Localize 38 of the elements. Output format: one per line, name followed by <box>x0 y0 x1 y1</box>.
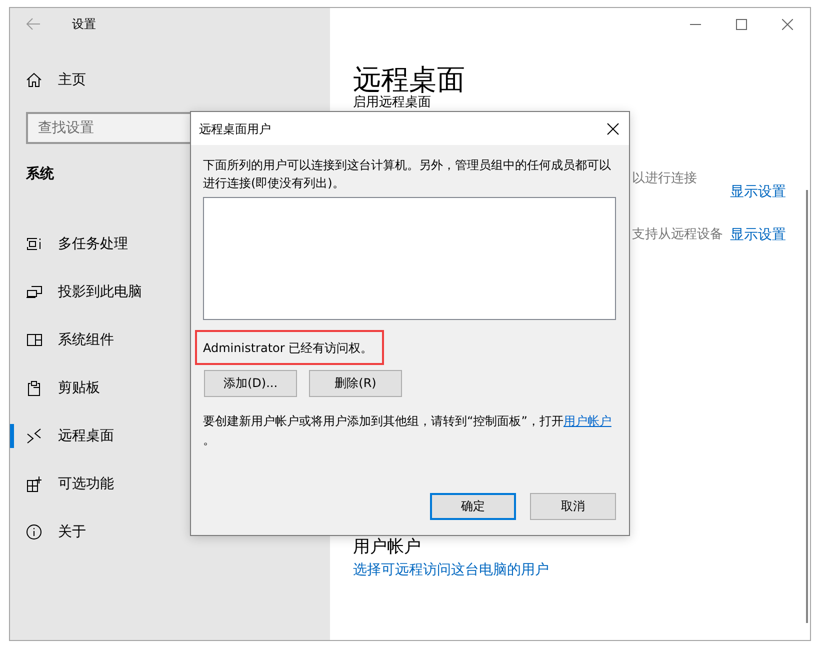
show-settings-link[interactable]: 显示设置 <box>730 227 786 243</box>
home-item[interactable]: 主页 <box>10 64 330 96</box>
back-arrow-icon <box>26 18 40 30</box>
sidebar-item[interactable]: 多任务处理 <box>10 220 330 268</box>
dialog-title: 远程桌面用户 <box>199 120 271 136</box>
user-accounts-link[interactable]: 用户帐户 <box>563 414 612 428</box>
sidebar-item[interactable]: 关于 <box>10 508 330 556</box>
monitors-icon <box>26 284 42 300</box>
dialog-note: 要创建新用户帐户或将用户添加到其他组，请转到“控制面板”，打开用户帐户 。 <box>203 413 612 449</box>
section-heading: 用户帐户 <box>353 537 421 557</box>
page-subtitle: 启用远程桌面 <box>353 96 431 110</box>
window-title: 设置 <box>72 16 96 32</box>
maximize-icon <box>736 18 746 30</box>
info-icon <box>26 524 42 540</box>
scrollbar[interactable] <box>806 190 808 623</box>
cancel-button[interactable]: 取消 <box>530 493 616 520</box>
status-text: Administrator 已经有访问权。 <box>203 340 373 356</box>
home-icon <box>26 72 42 88</box>
remove-button[interactable]: 删除(R) <box>309 370 402 397</box>
grid-plus-icon <box>26 476 42 492</box>
chevrons-icon <box>26 428 42 444</box>
user-list[interactable] <box>203 197 616 320</box>
sidebar-item[interactable]: 可选功能 <box>10 460 330 508</box>
setting-description: 以进行连接 <box>632 171 698 187</box>
show-settings-link[interactable]: 显示设置 <box>730 184 786 200</box>
ok-button[interactable]: 确定 <box>430 493 516 520</box>
clipboard-icon <box>26 380 42 396</box>
setting-description: 支持从远程设备 <box>632 227 724 243</box>
sidebar-item[interactable]: 投影到此电脑 <box>10 268 330 316</box>
page-title: 远程桌面 <box>353 64 465 96</box>
section-heading: 系统 <box>25 165 54 184</box>
close-icon <box>782 18 792 30</box>
close-icon <box>607 122 619 134</box>
add-button[interactable]: 添加(D)... <box>204 370 297 397</box>
select-users-link[interactable]: 选择可远程访问这台电脑的用户 <box>353 562 549 578</box>
multitask-icon <box>26 236 42 252</box>
dialog-description: 下面所列的用户可以连接到这台计算机。另外，管理员组中的任何成员都可以进行连接(即使没有列出)。 <box>203 157 612 192</box>
split-panel-icon <box>26 332 42 348</box>
